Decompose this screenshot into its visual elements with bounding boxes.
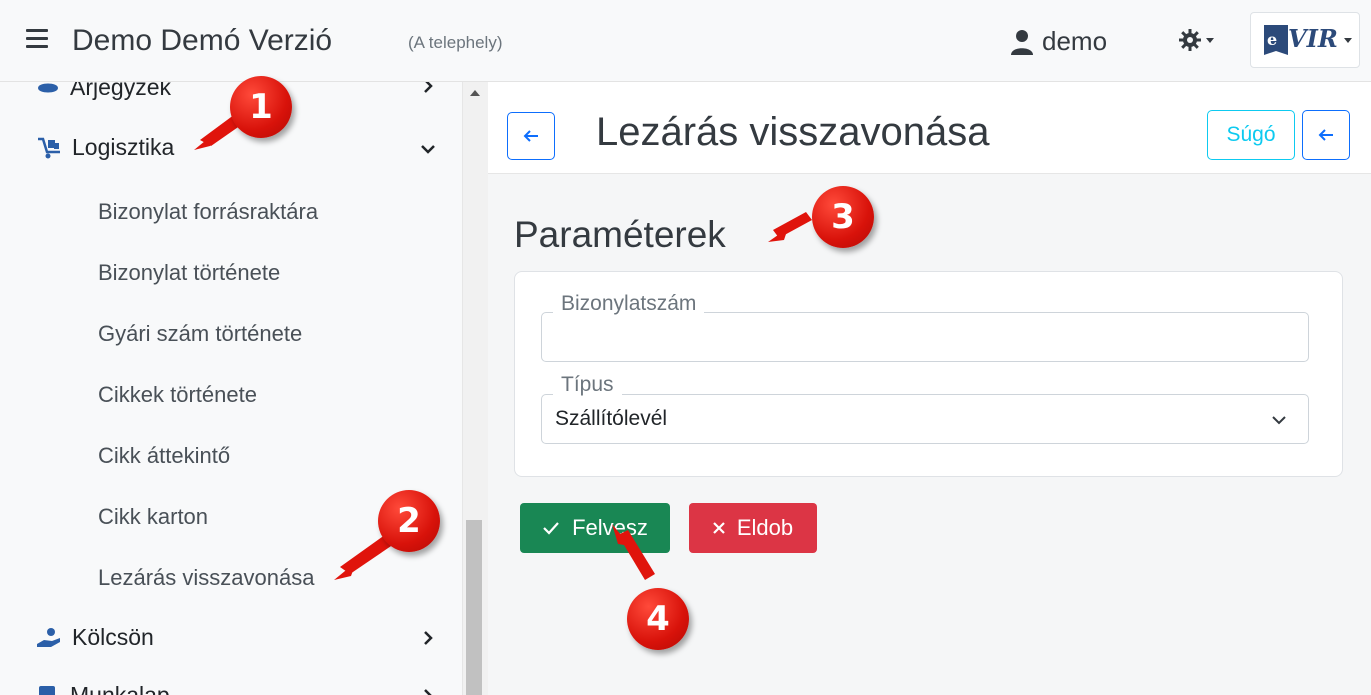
- annotation-marker-4: 4: [627, 588, 689, 650]
- chevron-right-icon[interactable]: [420, 688, 436, 695]
- sidebar-subitem-bizonylat-forrasraktara[interactable]: Bizonylat forrásraktára: [98, 199, 318, 225]
- sidebar-item-munkalap[interactable]: Munkalap: [36, 682, 170, 695]
- sidebar-item-kolcson[interactable]: Kölcsön: [36, 624, 154, 651]
- settings-menu[interactable]: [1178, 28, 1214, 52]
- back-button-right[interactable]: [1302, 110, 1350, 160]
- sidebar-subitem-cikkek-tortenete[interactable]: Cikkek története: [98, 382, 257, 408]
- sidebar-subitem-bizonylat-tortenete[interactable]: Bizonylat története: [98, 260, 280, 286]
- section-title: Paraméterek: [514, 214, 726, 255]
- check-icon: [543, 522, 559, 535]
- parameters-card: Bizonylatszám Szállítólevél Típus: [514, 271, 1343, 477]
- price-tag-icon: [38, 83, 58, 92]
- type-select-value: Szállítólevél: [555, 407, 668, 430]
- hamburger-menu-icon[interactable]: [26, 29, 48, 49]
- user-menu[interactable]: demo: [1010, 26, 1107, 57]
- sidebar-item-label: Logisztika: [72, 134, 175, 160]
- sidebar: Árjegyzék Logisztika Bizonylat forrásrak…: [0, 82, 462, 695]
- settings-caret-icon: [1206, 37, 1214, 43]
- sidebar-item-label: Munkalap: [70, 682, 170, 695]
- arrow-left-icon: [523, 130, 538, 142]
- top-navbar: Demo Demó Verzió (A telephely) demo e VI…: [0, 0, 1371, 82]
- page-title: Lezárás visszavonása: [596, 110, 990, 154]
- user-icon: [1011, 29, 1033, 55]
- type-select[interactable]: Szállítólevél: [541, 394, 1309, 444]
- app-title: Demo Demó Verzió: [72, 24, 333, 57]
- sidebar-item-label: Árjegyzék: [70, 82, 171, 100]
- save-button-label: Felvesz: [572, 515, 648, 540]
- chevron-right-icon[interactable]: [420, 630, 436, 646]
- chevron-down-icon[interactable]: [420, 141, 436, 157]
- discard-button[interactable]: Eldob: [689, 503, 817, 553]
- sidebar-item-arjegyzek[interactable]: Árjegyzék: [36, 82, 171, 101]
- arrow-left-icon: [1318, 129, 1333, 141]
- save-button[interactable]: Felvesz: [520, 503, 670, 553]
- chevron-down-icon: [1272, 416, 1286, 425]
- doc-number-label: Bizonylatszám: [553, 292, 705, 316]
- annotation-marker-3: 3: [812, 186, 874, 248]
- sidebar-subitem-cikk-karton[interactable]: Cikk karton: [98, 504, 208, 530]
- sidebar-item-logisztika[interactable]: Logisztika: [36, 134, 174, 161]
- help-button[interactable]: Súgó: [1207, 110, 1295, 160]
- main-content: Lezárás visszavonása Súgó Paraméterek Bi…: [488, 82, 1371, 695]
- site-label: (A telephely): [408, 33, 503, 52]
- logistics-icon: [38, 137, 60, 158]
- sidebar-item-label: Kölcsön: [72, 624, 154, 650]
- chevron-right-icon[interactable]: [420, 82, 436, 94]
- gear-icon: [1179, 29, 1201, 51]
- brand-caret-icon: [1344, 37, 1352, 43]
- type-label: Típus: [553, 373, 622, 397]
- sidebar-subitem-cikk-attekinto[interactable]: Cikk áttekintő: [98, 443, 230, 469]
- doc-number-input[interactable]: [541, 312, 1309, 362]
- annotation-marker-2: 2: [378, 490, 440, 552]
- user-name: demo: [1042, 26, 1108, 56]
- annotation-marker-1: 1: [230, 76, 292, 138]
- scrollbar-thumb[interactable]: [466, 520, 482, 695]
- scroll-up-arrow-icon[interactable]: [470, 90, 480, 96]
- sidebar-subitem-lezaras-visszavonasa[interactable]: Lezárás visszavonása: [98, 565, 314, 591]
- back-button[interactable]: [507, 112, 555, 160]
- svg-text:e: e: [1267, 30, 1277, 49]
- discard-button-label: Eldob: [736, 515, 794, 540]
- close-icon: [713, 522, 725, 534]
- sidebar-subitem-gyari-szam-tortenete[interactable]: Gyári szám története: [98, 321, 302, 347]
- evir-logo-icon: e VIR: [1264, 24, 1338, 55]
- loan-hand-icon: [37, 627, 60, 647]
- svg-text:VIR: VIR: [1288, 24, 1338, 53]
- brand-logo-menu[interactable]: e VIR: [1250, 12, 1360, 68]
- page-header: Lezárás visszavonása Súgó: [488, 82, 1371, 174]
- worksheet-icon: [39, 685, 55, 695]
